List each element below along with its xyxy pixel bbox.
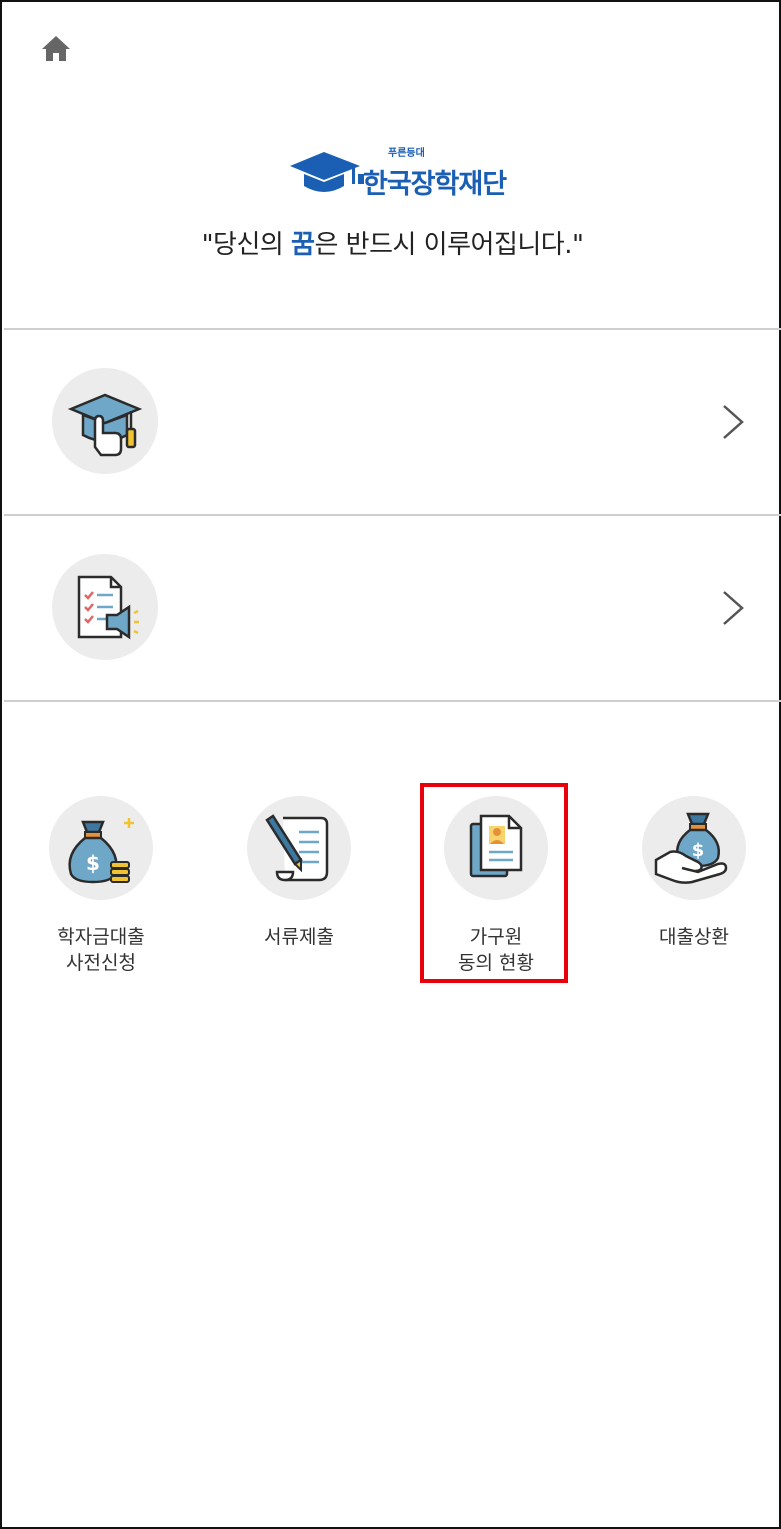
kosaf-logo: 푸른등대 한국장학재단 (288, 142, 518, 200)
slogan: "당신의 꿈은 반드시 이루어집니다." (2, 224, 781, 261)
menu-icon-circle (52, 554, 158, 660)
quick-menu-icon-circle (247, 796, 351, 900)
slogan-prefix: "당신의 (201, 230, 292, 260)
graduation-cap-hand-icon (67, 393, 143, 457)
menu-icon-circle (52, 368, 158, 474)
home-icon (42, 36, 70, 61)
menu-row-notice[interactable] (4, 516, 781, 700)
app-frame: 푸른등대 한국장학재단 "당신의 꿈은 반드시 이루어집니다." $ 학자금대출… (0, 0, 781, 1529)
slogan-highlight: 꿈 (291, 230, 315, 260)
divider (4, 700, 781, 702)
logo-subtitle: 푸른등대 (388, 148, 425, 159)
menu-row-scholarship[interactable] (4, 330, 781, 514)
quick-menu-label: 학자금대출 사전신청 (57, 926, 145, 974)
quick-menu-household-consent[interactable]: 가구원 동의 현황 (421, 796, 571, 976)
money-bag-hand-icon: $ (654, 812, 728, 884)
person-document-icon (469, 814, 523, 878)
quick-menu-document-submit[interactable]: 서류제출 (224, 796, 374, 950)
home-button[interactable] (38, 32, 74, 64)
quick-menu-icon-circle: $ (642, 796, 746, 900)
quick-menu-icon-circle: $ (49, 796, 153, 900)
quick-menu-label: 서류제출 (264, 926, 334, 948)
document-pen-icon (265, 814, 329, 882)
quick-menu-loan-repayment[interactable]: $ 대출상환 (619, 796, 769, 950)
quick-menu-label: 가구원 동의 현황 (458, 926, 534, 974)
quick-menu-icon-circle (444, 796, 548, 900)
quick-menu-loan-preapply[interactable]: $ 학자금대출 사전신청 (26, 796, 176, 976)
logo-title: 한국장학재단 (363, 169, 507, 200)
document-megaphone-icon (77, 575, 139, 640)
svg-text:$: $ (86, 851, 100, 875)
quick-menu-label: 대출상환 (659, 926, 729, 948)
graduation-cap-logo-icon (290, 152, 364, 192)
chevron-right-icon (723, 591, 744, 625)
chevron-right-icon (723, 405, 744, 439)
slogan-suffix: 은 반드시 이루어집니다." (314, 230, 584, 260)
svg-text:$: $ (692, 840, 705, 861)
money-bag-plus-icon: $ (68, 818, 134, 884)
